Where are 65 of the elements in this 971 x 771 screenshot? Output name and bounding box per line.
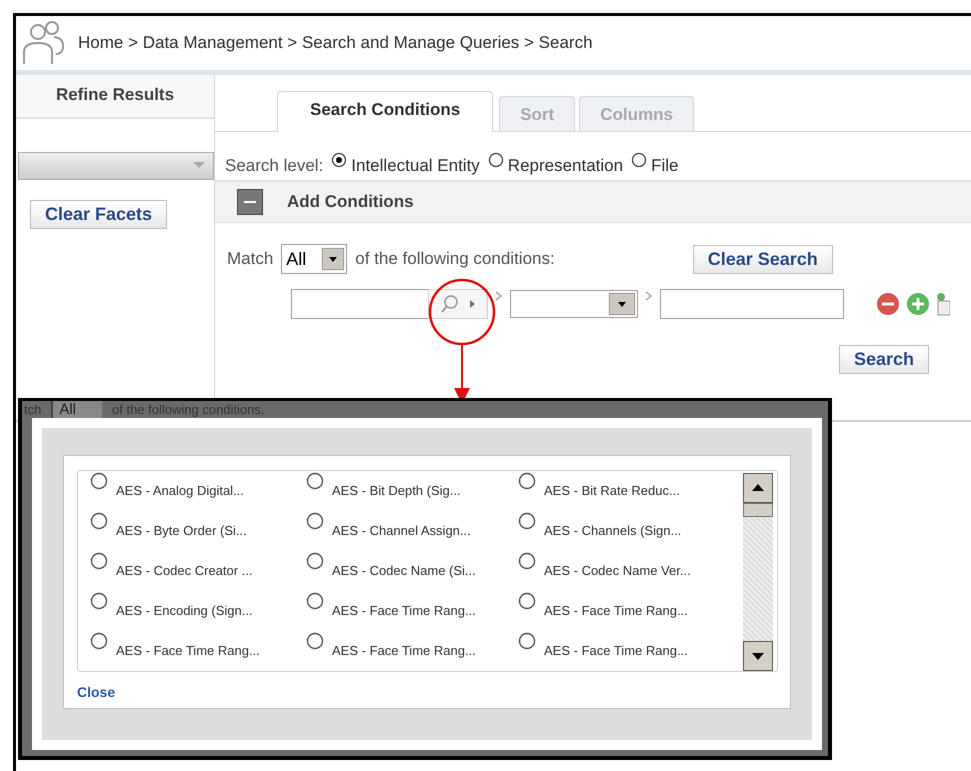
match-label: Match bbox=[227, 249, 274, 269]
group-icon[interactable] bbox=[936, 292, 950, 316]
dropdown-arrow-icon bbox=[609, 293, 635, 315]
radio-label: Intellectual Entity bbox=[351, 156, 480, 176]
radio-button[interactable] bbox=[518, 632, 536, 650]
field-option[interactable]: AES - Analog Digital... bbox=[116, 483, 244, 498]
search-level-label: Search level: bbox=[225, 156, 324, 176]
radio-button[interactable] bbox=[306, 632, 324, 650]
field-option[interactable]: AES - Face Time Rang... bbox=[544, 643, 688, 658]
field-option[interactable]: AES - Bit Rate Reduc... bbox=[544, 483, 680, 498]
field-option[interactable]: AES - Encoding (Sign... bbox=[116, 603, 253, 618]
operator-dropdown[interactable] bbox=[510, 290, 638, 318]
field-option[interactable]: AES - Channels (Sign... bbox=[544, 523, 682, 538]
field-option[interactable]: AES - Codec Name Ver... bbox=[544, 563, 691, 578]
radio-button[interactable] bbox=[306, 512, 324, 530]
obscured-text: tch bbox=[24, 402, 42, 417]
field-option[interactable]: AES - Face Time Rang... bbox=[116, 643, 260, 658]
clear-facets-button[interactable]: Clear Facets bbox=[30, 200, 168, 229]
dropdown-arrow-icon bbox=[322, 248, 344, 270]
radio-button[interactable] bbox=[631, 152, 648, 168]
field-option[interactable]: AES - Codec Name (Si... bbox=[332, 563, 476, 578]
field-option[interactable]: AES - Face Time Rang... bbox=[332, 643, 476, 658]
field-option[interactable]: AES - Bit Depth (Sig... bbox=[332, 483, 461, 498]
radio-button[interactable] bbox=[331, 152, 348, 168]
sidebar-title: Refine Results bbox=[16, 75, 214, 119]
tab[interactable]: Search Conditions bbox=[277, 91, 494, 132]
scroll-up-icon[interactable] bbox=[743, 473, 773, 503]
radio-button[interactable] bbox=[90, 592, 108, 610]
caret-icon bbox=[193, 162, 205, 170]
radio-label: File bbox=[651, 156, 679, 176]
radio-button[interactable] bbox=[518, 592, 536, 610]
scroll-thumb[interactable] bbox=[743, 503, 773, 517]
add-conditions-title: Add Conditions bbox=[287, 192, 414, 212]
radio-button[interactable] bbox=[306, 552, 324, 570]
play-arrow-icon bbox=[467, 298, 477, 310]
radio-button[interactable] bbox=[518, 472, 536, 490]
breadcrumb: Home > Data Management > Search and Manage Queries > Search bbox=[78, 33, 593, 53]
obscured-text: of the following conditions. bbox=[112, 402, 264, 417]
collapse-icon[interactable] bbox=[237, 189, 263, 215]
field-option[interactable]: AES - Channel Assign... bbox=[332, 523, 471, 538]
field-option[interactable]: AES - Face Time Rang... bbox=[544, 603, 688, 618]
match-suffix: of the following conditions: bbox=[355, 249, 555, 269]
scroll-down-icon[interactable] bbox=[743, 641, 773, 671]
radio-button[interactable] bbox=[90, 472, 108, 490]
field-option[interactable]: AES - Codec Creator ... bbox=[116, 563, 253, 578]
field-input[interactable] bbox=[291, 289, 428, 319]
value-input[interactable] bbox=[660, 289, 844, 319]
remove-icon[interactable] bbox=[876, 292, 900, 316]
radio-button[interactable] bbox=[518, 552, 536, 570]
field-picker-button[interactable] bbox=[428, 289, 488, 319]
radio-label: Representation bbox=[508, 156, 624, 176]
radio-button[interactable] bbox=[306, 592, 324, 610]
radio-button[interactable] bbox=[90, 552, 108, 570]
radio-button[interactable] bbox=[90, 632, 108, 650]
scrollbar[interactable] bbox=[743, 471, 773, 671]
radio-button[interactable] bbox=[306, 472, 324, 490]
field-option[interactable]: AES - Byte Order (Si... bbox=[116, 523, 247, 538]
search-button[interactable]: Search bbox=[838, 345, 929, 374]
radio-button[interactable] bbox=[518, 512, 536, 530]
field-option[interactable]: AES - Face Time Rang... bbox=[332, 603, 476, 618]
radio-button[interactable] bbox=[90, 512, 108, 530]
clear-search-button[interactable]: Clear Search bbox=[692, 244, 833, 274]
close-link[interactable]: Close bbox=[77, 684, 778, 700]
radio-button[interactable] bbox=[488, 152, 504, 168]
match-dropdown[interactable]: All bbox=[281, 244, 348, 274]
